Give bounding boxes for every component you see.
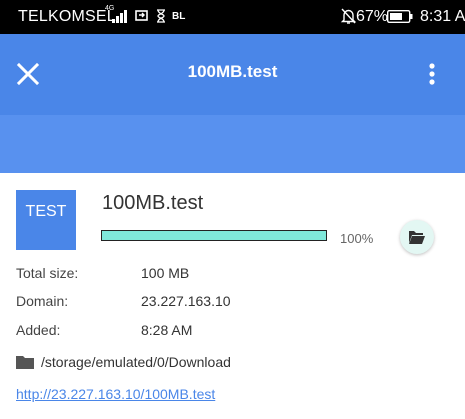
added-value: 8:28 AM xyxy=(141,322,193,338)
domain-label: Domain: xyxy=(16,293,69,309)
file-name: 100MB.test xyxy=(102,192,204,214)
carrier-name: TELKOMSEL xyxy=(18,8,116,25)
download-path: /storage/emulated/0/Download xyxy=(41,354,231,370)
more-vert-icon xyxy=(429,63,435,85)
folder-icon xyxy=(16,356,34,369)
app-toolbar: 100MB.test xyxy=(0,34,465,115)
hourglass-icon xyxy=(157,9,165,23)
total-size-label: Total size: xyxy=(16,265,79,281)
toolbar-extension xyxy=(0,115,465,173)
overflow-menu-button[interactable] xyxy=(420,58,444,90)
clock: 8:31 AM xyxy=(420,8,465,25)
progress-fill xyxy=(102,231,326,240)
open-folder-button[interactable] xyxy=(400,220,434,254)
battery-icon xyxy=(387,10,413,23)
file-type-icon: TEST xyxy=(16,190,76,250)
sync-icon xyxy=(135,10,148,21)
progress-percent: 100% xyxy=(340,231,374,246)
mute-icon xyxy=(340,8,357,24)
source-url-link[interactable]: http://23.227.163.10/100MB.test xyxy=(16,386,215,402)
bl-indicator: BL xyxy=(172,11,186,22)
file-type-label: TEST xyxy=(25,203,67,220)
battery-percent: 67% xyxy=(356,8,389,25)
folder-open-icon xyxy=(409,231,425,244)
signal-icon xyxy=(112,9,130,23)
toolbar-title: 100MB.test xyxy=(187,62,278,81)
download-detail-screen: TELKOMSEL 4G BL 67% 8:31 AM xyxy=(0,0,465,419)
download-progress-bar xyxy=(101,230,327,241)
status-bar: TELKOMSEL 4G BL 67% 8:31 AM xyxy=(0,0,465,34)
total-size-value: 100 MB xyxy=(141,265,190,281)
added-label: Added: xyxy=(16,322,61,338)
domain-value: 23.227.163.10 xyxy=(141,293,231,309)
